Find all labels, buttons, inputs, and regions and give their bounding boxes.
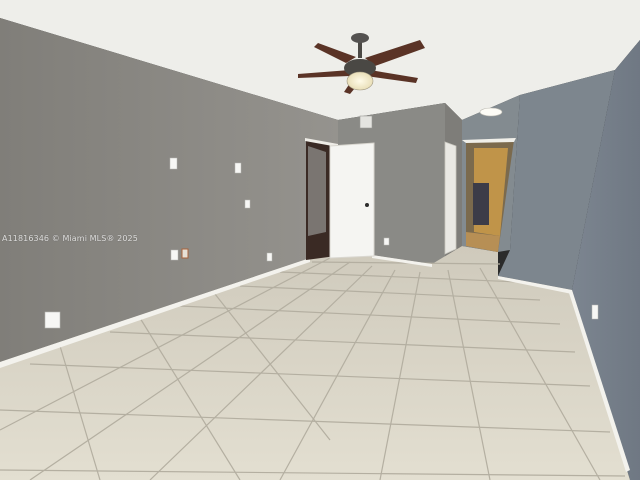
mls-watermark: A11816346 © Miami MLS® 2025 [2,234,138,243]
fan-canopy [351,33,369,43]
light-switch[interactable] [169,157,178,170]
cable-outlet [181,248,189,259]
hallway-bath-mat [473,183,489,225]
side-door[interactable] [444,141,457,255]
wall-outlet [266,252,273,262]
fan-light-globe [346,71,374,91]
open-door-panel[interactable] [329,142,375,259]
wall-outlet [44,311,61,329]
hallway-ceiling-light [479,107,503,117]
wall-outlet [383,237,390,246]
doorway-interior-wall [308,146,326,236]
light-switch[interactable] [234,162,242,174]
wall-plate [244,199,251,209]
ac-vent [359,115,373,129]
wall-outlet [591,304,599,320]
wall-outlet [170,249,179,261]
room-photo: A11816346 © Miami MLS® 2025 [0,0,640,480]
door-knob[interactable] [365,203,369,207]
